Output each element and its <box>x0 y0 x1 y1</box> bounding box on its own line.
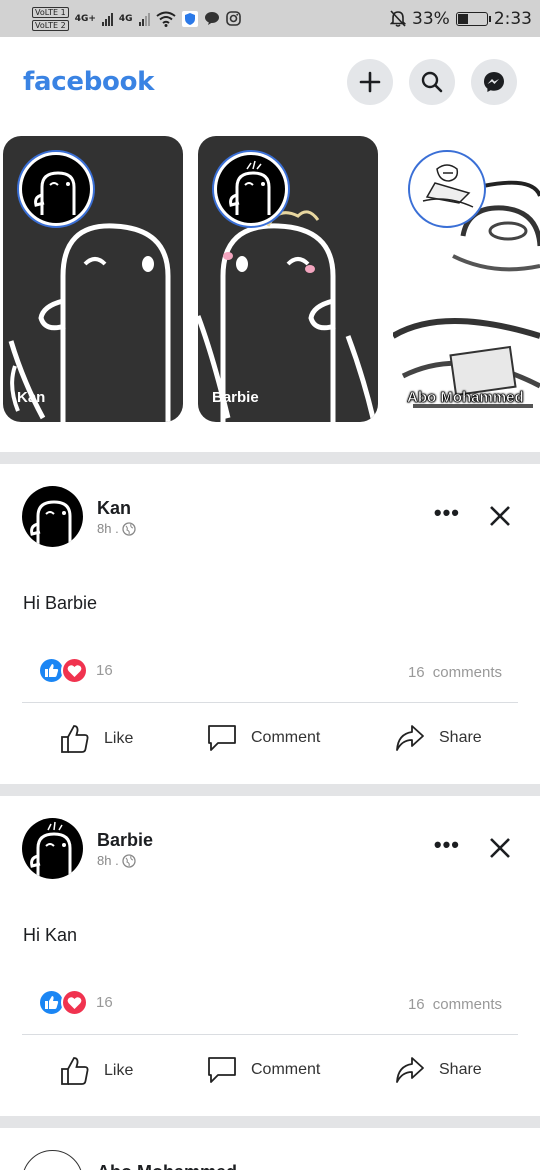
close-icon[interactable] <box>488 504 512 528</box>
signal-icon <box>101 12 113 26</box>
status-bar: VoLTE 1 VoLTE 2 4G+ 4G 33% 2:33 <box>0 0 540 37</box>
status-left: VoLTE 1 VoLTE 2 4G+ 4G <box>32 6 241 31</box>
feed-divider <box>0 1116 540 1128</box>
story-name: Barbie <box>212 389 259 406</box>
like-button[interactable]: Like <box>60 1056 133 1086</box>
comment-icon <box>208 1057 236 1083</box>
search-icon <box>421 71 443 93</box>
shield-icon <box>181 10 198 27</box>
volte-indicator: VoLTE 1 VoLTE 2 <box>32 6 69 31</box>
post-actions: Like Comment Share <box>0 1054 540 1094</box>
wifi-icon <box>155 11 176 27</box>
network-type-2: 4G <box>118 13 133 24</box>
story-avatar <box>17 150 95 228</box>
network-type-1: 4G+ <box>74 13 96 24</box>
volte-sim1: VoLTE 1 <box>32 6 69 18</box>
reactions-count: 16 <box>96 994 113 1011</box>
plus-icon <box>359 71 381 93</box>
post-meta: 8h . <box>97 853 136 868</box>
post-text: Hi Kan <box>23 925 78 945</box>
post-text: Hi Barbie <box>23 593 98 613</box>
share-label: Share <box>439 1061 482 1078</box>
signal-icon <box>138 12 150 26</box>
stories-carousel[interactable]: Kan Barbie Abo Mohammed <box>0 136 540 422</box>
messenger-button[interactable] <box>471 59 517 105</box>
thumbs-up-icon <box>61 1057 89 1085</box>
avatar-image <box>229 160 271 215</box>
facebook-logo[interactable]: facebook <box>23 67 154 97</box>
comment-label: Comment <box>251 729 321 746</box>
reactions-count: 16 <box>96 662 113 679</box>
battery-icon <box>455 11 491 26</box>
author-name[interactable]: Barbie <box>97 830 153 851</box>
comment-button[interactable]: Comment <box>207 724 320 752</box>
header-actions <box>347 59 517 105</box>
like-button[interactable]: Like <box>60 724 133 754</box>
story-avatar <box>408 150 486 228</box>
reactions-summary[interactable]: 16 <box>38 989 113 1016</box>
top-header: facebook <box>0 37 540 127</box>
comment-label: Comment <box>251 1061 321 1078</box>
story-card[interactable]: Abo Mohammed <box>393 136 540 422</box>
post-time: 8h . <box>97 853 119 868</box>
thumbs-up-icon <box>61 725 89 753</box>
author-avatar[interactable] <box>22 486 83 547</box>
globe-icon <box>122 853 136 868</box>
like-label: Like <box>104 1062 134 1079</box>
comments-count[interactable]: 16 comments <box>408 664 502 681</box>
share-button[interactable]: Share <box>395 724 482 752</box>
feed-post: Barbie 8h . ••• Hi Kan 16 16 comments Li… <box>0 796 540 1116</box>
more-options-button[interactable]: ••• <box>434 500 460 526</box>
feed-post: Kan 8h . ••• Hi Barbie 16 16 comments Li… <box>0 464 540 784</box>
feed-divider <box>0 784 540 796</box>
post-separator <box>22 1034 518 1035</box>
author-name[interactable]: Kan <box>97 498 131 519</box>
comment-icon <box>208 725 236 751</box>
globe-icon <box>122 521 136 536</box>
comment-button[interactable]: Comment <box>207 1056 320 1084</box>
messenger-icon <box>484 72 504 92</box>
post-meta: 8h . <box>97 521 136 536</box>
avatar-image <box>34 171 76 215</box>
story-name: Kan <box>17 389 46 406</box>
share-label: Share <box>439 729 482 746</box>
author-name[interactable]: Abo Mohammed <box>97 1162 237 1170</box>
share-button[interactable]: Share <box>395 1056 482 1084</box>
close-icon[interactable] <box>488 836 512 860</box>
avatar-image <box>422 164 474 208</box>
share-icon <box>396 1057 424 1083</box>
story-card[interactable]: Barbie <box>198 136 378 422</box>
status-right: 33% 2:33 <box>390 9 532 29</box>
more-options-button[interactable]: ••• <box>434 832 460 858</box>
feed-post: Abo Mohammed <box>0 1128 540 1170</box>
reactions-summary[interactable]: 16 <box>38 657 113 684</box>
feed-divider <box>0 452 540 464</box>
create-button[interactable] <box>347 59 393 105</box>
volte-sim2: VoLTE 2 <box>32 19 69 31</box>
instagram-icon <box>225 11 241 26</box>
mute-bell-icon <box>390 10 407 27</box>
battery-percent: 33% <box>412 8 450 29</box>
author-avatar[interactable] <box>22 818 83 879</box>
love-reaction-icon <box>61 657 88 684</box>
story-avatar <box>212 150 290 228</box>
share-icon <box>396 725 424 751</box>
author-avatar[interactable] <box>22 1150 83 1170</box>
love-reaction-icon <box>61 989 88 1016</box>
post-actions: Like Comment Share <box>0 722 540 762</box>
avatar-image <box>30 821 72 876</box>
avatar-image <box>30 500 72 544</box>
story-name: Abo Mohammed <box>407 389 524 407</box>
post-separator <box>22 702 518 703</box>
story-card[interactable]: Kan <box>3 136 183 422</box>
comments-count[interactable]: 16 comments <box>408 996 502 1013</box>
post-time: 8h . <box>97 521 119 536</box>
like-label: Like <box>104 730 134 747</box>
clock: 2:33 <box>493 8 532 29</box>
search-button[interactable] <box>409 59 455 105</box>
chat-bubble-icon <box>204 12 219 25</box>
